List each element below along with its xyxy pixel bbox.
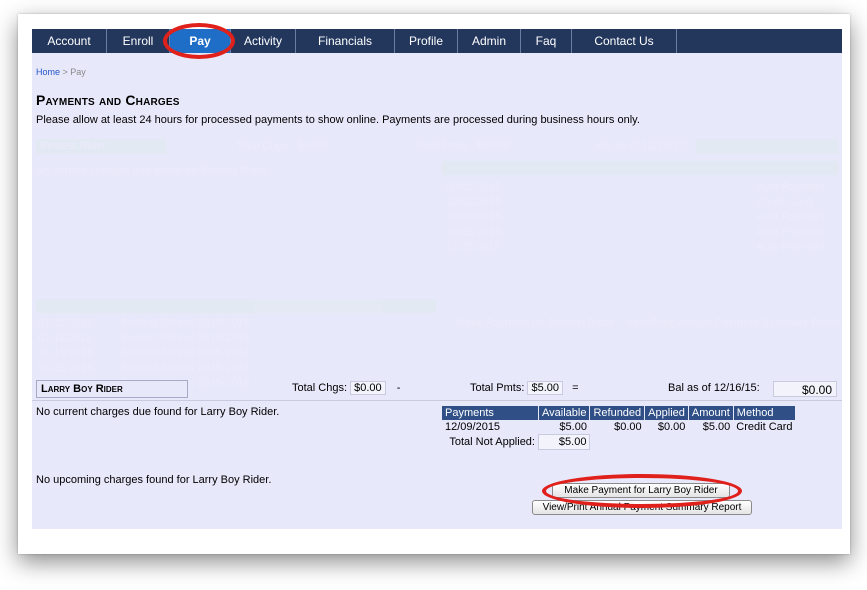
breadcrumb-separator: > [60, 67, 71, 77]
balance-value: $0.00 [773, 381, 837, 397]
col-available: Available [538, 406, 591, 420]
faded-rider-section: Bestest Rider Total Chgs: $0.00 Total Pm… [36, 139, 845, 389]
total-pmts-label: Total Pmts: [470, 382, 525, 394]
tab-admin[interactable]: Admin [458, 29, 521, 53]
faded-bal-label: Bal as of 12/16/15: [596, 140, 688, 152]
processing-notice: Please allow at least 24 hours for proce… [36, 114, 640, 126]
equals-sign: = [572, 382, 579, 394]
tab-account[interactable]: Account [32, 29, 107, 53]
faded-payment-date: 11/25/2015 [446, 241, 501, 253]
payment-applied: $0.00 [657, 421, 686, 434]
minus-sign: - [396, 382, 401, 394]
col-amount: Amount [688, 406, 734, 420]
tab-enroll[interactable]: Enroll [107, 29, 170, 53]
col-method: Method [733, 406, 797, 420]
faded-charge-desc: Bestest School 2015-2016 [121, 347, 251, 359]
faded-payment-date: 10/01/2015 [446, 196, 502, 208]
total-charges: Total Chgs: $0.00 - [292, 381, 401, 395]
total-chgs-value: $0.00 [350, 381, 386, 395]
section-divider [32, 400, 842, 401]
rider-name-box: Larry Boy Rider [36, 380, 188, 398]
payment-date: 12/09/2015 [445, 421, 501, 434]
faded-payment-method: Auto Payment [756, 226, 826, 238]
total-payments: Total Pmts: $5.00 = [470, 381, 579, 395]
faded-payment-method: Auto Payment [756, 181, 826, 193]
faded-charge-date: 01/01/2016 [38, 317, 94, 329]
page-container: Account Enroll Pay Activity Financials P… [32, 23, 845, 529]
payment-amount: $5.00 [702, 421, 731, 434]
total-not-applied-row: Total Not Applied: $5.00 [442, 434, 796, 450]
faded-total-chgs-label: Total Chgs: [236, 140, 292, 152]
payments-table: Payments Available Refunded Applied Amou… [442, 406, 797, 450]
total-pmts-value: $5.00 [527, 381, 563, 395]
payments-header-row: Payments Available Refunded Applied Amou… [442, 406, 797, 420]
faded-payments-header [442, 161, 838, 175]
view-print-report-button[interactable]: View/Print Annual Payment Summary Report [532, 500, 752, 515]
faded-view-print: View/Print Annual Payment Summary Report [626, 317, 845, 329]
tab-financials[interactable]: Financials [296, 29, 395, 53]
tab-activity[interactable]: Activity [231, 29, 296, 53]
balance-label: Bal as of 12/16/15: [668, 382, 760, 394]
faded-make-payment: Make Payment for Bestest Rider [456, 317, 615, 329]
faded-charge-desc: Bestest School 2015-2016 [121, 317, 251, 329]
make-payment-button[interactable]: Make Payment for Larry Boy Rider [552, 483, 730, 498]
tab-faq[interactable]: Faq [521, 29, 572, 53]
faded-charge-date: 01/15/2016 [38, 347, 94, 359]
page-title: Payments and Charges [36, 92, 180, 108]
faded-payment-method: Auto Payment [756, 211, 826, 223]
col-payments: Payments [442, 406, 539, 420]
faded-no-charges: No current charges due found for Bestest… [36, 165, 269, 177]
faded-total-pmts-label: Total Pmts: [416, 140, 471, 152]
faded-charge-desc: Bestest School 2015-2016 [121, 362, 251, 374]
faded-payment-method: Auto Payment [756, 241, 826, 253]
no-upcoming-charges: No upcoming charges found for Larry Boy … [36, 474, 272, 486]
faded-balance-box [696, 139, 838, 154]
faded-payment-date: 09/01/2015 [446, 181, 502, 193]
breadcrumb-home-link[interactable]: Home [36, 67, 60, 77]
main-nav: Account Enroll Pay Activity Financials P… [32, 29, 842, 53]
payment-refunded: $0.00 [614, 421, 642, 434]
table-row: 12/09/2015 $5.00 $0.00 $0.00 $5.00 Credi… [442, 420, 796, 435]
payment-method: Credit Card [736, 421, 793, 434]
tab-pay[interactable]: Pay [170, 29, 231, 53]
breadcrumb: Home > Pay [36, 67, 86, 77]
breadcrumb-current: Pay [70, 67, 86, 77]
payment-available: $5.00 [559, 421, 587, 433]
faded-total-chgs: $0.00 [298, 140, 326, 152]
total-chgs-label: Total Chgs: [292, 382, 348, 394]
faded-rider-name: Bestest Rider [40, 140, 107, 152]
col-refunded: Refunded [589, 406, 646, 420]
total-not-applied-value: $5.00 [537, 434, 591, 450]
faded-total-pmts: $80.00 [476, 140, 510, 152]
total-not-applied-label: Total Not Applied: [449, 436, 535, 448]
faded-charge-date: 01/11/2016 [38, 332, 93, 344]
faded-payment-date: 10/25/2015 [446, 226, 502, 238]
faded-payment-date: 10/01/2015 [446, 211, 502, 223]
no-current-charges: No current charges due found for Larry B… [36, 406, 280, 418]
tab-contact-us[interactable]: Contact Us [572, 29, 677, 53]
faded-charge-date: 01/25/2016 [38, 362, 94, 374]
faded-charge-desc: Bestest School 2015-2016 [121, 332, 251, 344]
tab-profile[interactable]: Profile [395, 29, 458, 53]
faded-charges-header [36, 299, 436, 313]
col-applied: Applied [644, 406, 689, 420]
faded-payment-method: Credit Card [756, 196, 813, 208]
